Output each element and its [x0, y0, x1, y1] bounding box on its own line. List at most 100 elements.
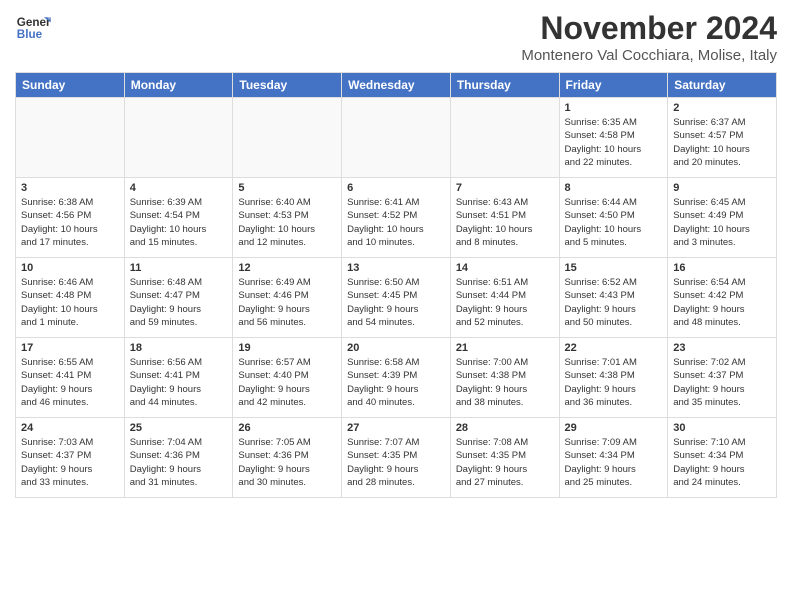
- calendar-week-row: 17Sunrise: 6:55 AM Sunset: 4:41 PM Dayli…: [16, 338, 777, 418]
- day-info: Sunrise: 6:37 AM Sunset: 4:57 PM Dayligh…: [673, 116, 771, 169]
- weekday-header: Thursday: [450, 73, 559, 98]
- calendar-day-cell: 8Sunrise: 6:44 AM Sunset: 4:50 PM Daylig…: [559, 178, 668, 258]
- day-info: Sunrise: 6:51 AM Sunset: 4:44 PM Dayligh…: [456, 276, 554, 329]
- calendar-day-cell: 25Sunrise: 7:04 AM Sunset: 4:36 PM Dayli…: [124, 418, 233, 498]
- day-number: 22: [565, 342, 663, 354]
- day-number: 29: [565, 422, 663, 434]
- day-info: Sunrise: 7:07 AM Sunset: 4:35 PM Dayligh…: [347, 436, 445, 489]
- day-number: 7: [456, 182, 554, 194]
- weekday-header-row: SundayMondayTuesdayWednesdayThursdayFrid…: [16, 73, 777, 98]
- day-info: Sunrise: 6:58 AM Sunset: 4:39 PM Dayligh…: [347, 356, 445, 409]
- day-number: 11: [130, 262, 228, 274]
- calendar-day-cell: 15 Sunrise: 6:52 AM Sunset: 4:43 PM Dayli…: [559, 258, 668, 338]
- calendar-day-cell: [16, 98, 125, 178]
- svg-text:Blue: Blue: [17, 28, 43, 41]
- calendar-day-cell: 24 Sunrise: 7:03 AM Sunset: 4:37 PM Dayli…: [16, 418, 125, 498]
- day-number: 10: [21, 262, 119, 274]
- calendar-day-cell: 27 Sunrise: 7:07 AM Sunset: 4:35 PM Dayli…: [342, 418, 451, 498]
- day-info: Sunrise: 7:00 AM Sunset: 4:38 PM Dayligh…: [456, 356, 554, 409]
- day-info: Sunrise: 6:40 AM Sunset: 4:53 PM Dayligh…: [238, 196, 336, 249]
- title-block: November 2024 Montenero Val Cocchiara, M…: [521, 10, 777, 64]
- calendar-day-cell: 21 Sunrise: 7:00 AM Sunset: 4:38 PM Dayli…: [450, 338, 559, 418]
- day-info: Sunrise: 6:54 AM Sunset: 4:42 PM Dayligh…: [673, 276, 771, 329]
- day-info: Sunrise: 7:09 AM Sunset: 4:34 PM Dayligh…: [565, 436, 663, 489]
- calendar-day-cell: 18 Sunrise: 6:56 AM Sunset: 4:41 PM Dayli…: [124, 338, 233, 418]
- calendar-day-cell: [233, 98, 342, 178]
- day-info: Sunrise: 6:50 AM Sunset: 4:45 PM Dayligh…: [347, 276, 445, 329]
- day-number: 20: [347, 342, 445, 354]
- day-number: 16: [673, 262, 771, 274]
- day-info: Sunrise: 7:02 AM Sunset: 4:37 PM Dayligh…: [673, 356, 771, 409]
- calendar-day-cell: 3 Sunrise: 6:38 AM Sunset: 4:56 PM Daylig…: [16, 178, 125, 258]
- calendar-day-cell: [450, 98, 559, 178]
- calendar-day-cell: 4 Sunrise: 6:39 AM Sunset: 4:54 PM Daylig…: [124, 178, 233, 258]
- day-number: 24: [21, 422, 119, 434]
- day-info: Sunrise: 7:08 AM Sunset: 4:35 PM Dayligh…: [456, 436, 554, 489]
- calendar-day-cell: 10 Sunrise: 6:46 AM Sunset: 4:48 PM Dayli…: [16, 258, 125, 338]
- calendar-table: SundayMondayTuesdayWednesdayThursdayFrid…: [15, 72, 777, 498]
- day-number: 2: [673, 102, 771, 114]
- calendar-day-cell: [342, 98, 451, 178]
- day-info: Sunrise: 7:01 AM Sunset: 4:38 PM Dayligh…: [565, 356, 663, 409]
- day-number: 13: [347, 262, 445, 274]
- day-info: Sunrise: 7:03 AM Sunset: 4:37 PM Dayligh…: [21, 436, 119, 489]
- day-info: Sunrise: 6:49 AM Sunset: 4:46 PM Dayligh…: [238, 276, 336, 329]
- day-info: Sunrise: 6:39 AM Sunset: 4:54 PM Dayligh…: [130, 196, 228, 249]
- calendar-day-cell: 14 Sunrise: 6:51 AM Sunset: 4:44 PM Dayli…: [450, 258, 559, 338]
- calendar-day-cell: 17Sunrise: 6:55 AM Sunset: 4:41 PM Dayli…: [16, 338, 125, 418]
- location-subtitle: Montenero Val Cocchiara, Molise, Italy: [521, 47, 777, 64]
- calendar-day-cell: 5 Sunrise: 6:40 AM Sunset: 4:53 PM Daylig…: [233, 178, 342, 258]
- day-info: Sunrise: 6:44 AM Sunset: 4:50 PM Dayligh…: [565, 196, 663, 249]
- calendar-week-row: 10 Sunrise: 6:46 AM Sunset: 4:48 PM Dayli…: [16, 258, 777, 338]
- day-number: 21: [456, 342, 554, 354]
- calendar-day-cell: 19Sunrise: 6:57 AM Sunset: 4:40 PM Dayli…: [233, 338, 342, 418]
- day-number: 12: [238, 262, 336, 274]
- day-info: Sunrise: 6:43 AM Sunset: 4:51 PM Dayligh…: [456, 196, 554, 249]
- calendar-day-cell: 22 Sunrise: 7:01 AM Sunset: 4:38 PM Dayli…: [559, 338, 668, 418]
- day-number: 17: [21, 342, 119, 354]
- day-info: Sunrise: 6:45 AM Sunset: 4:49 PM Dayligh…: [673, 196, 771, 249]
- weekday-header: Wednesday: [342, 73, 451, 98]
- day-info: Sunrise: 7:04 AM Sunset: 4:36 PM Dayligh…: [130, 436, 228, 489]
- day-number: 18: [130, 342, 228, 354]
- calendar-day-cell: 7 Sunrise: 6:43 AM Sunset: 4:51 PM Daylig…: [450, 178, 559, 258]
- day-info: Sunrise: 6:57 AM Sunset: 4:40 PM Dayligh…: [238, 356, 336, 409]
- calendar-day-cell: 16 Sunrise: 6:54 AM Sunset: 4:42 PM Dayli…: [668, 258, 777, 338]
- day-info: Sunrise: 6:41 AM Sunset: 4:52 PM Dayligh…: [347, 196, 445, 249]
- calendar-day-cell: 26 Sunrise: 7:05 AM Sunset: 4:36 PM Dayli…: [233, 418, 342, 498]
- weekday-header: Tuesday: [233, 73, 342, 98]
- day-info: Sunrise: 6:38 AM Sunset: 4:56 PM Dayligh…: [21, 196, 119, 249]
- weekday-header: Saturday: [668, 73, 777, 98]
- day-number: 26: [238, 422, 336, 434]
- day-info: Sunrise: 7:05 AM Sunset: 4:36 PM Dayligh…: [238, 436, 336, 489]
- calendar-day-cell: 1 Sunrise: 6:35 AM Sunset: 4:58 PM Daylig…: [559, 98, 668, 178]
- day-info: Sunrise: 6:35 AM Sunset: 4:58 PM Dayligh…: [565, 116, 663, 169]
- calendar-day-cell: 2 Sunrise: 6:37 AM Sunset: 4:57 PM Daylig…: [668, 98, 777, 178]
- day-number: 5: [238, 182, 336, 194]
- day-number: 15: [565, 262, 663, 274]
- day-number: 4: [130, 182, 228, 194]
- logo-icon: General Blue: [15, 10, 51, 46]
- weekday-header: Monday: [124, 73, 233, 98]
- day-number: 6: [347, 182, 445, 194]
- day-info: Sunrise: 6:56 AM Sunset: 4:41 PM Dayligh…: [130, 356, 228, 409]
- calendar-day-cell: 11Sunrise: 6:48 AM Sunset: 4:47 PM Dayli…: [124, 258, 233, 338]
- day-number: 1: [565, 102, 663, 114]
- day-number: 9: [673, 182, 771, 194]
- day-number: 3: [21, 182, 119, 194]
- day-info: Sunrise: 6:52 AM Sunset: 4:43 PM Dayligh…: [565, 276, 663, 329]
- calendar-day-cell: 23 Sunrise: 7:02 AM Sunset: 4:37 PM Dayli…: [668, 338, 777, 418]
- day-info: Sunrise: 7:10 AM Sunset: 4:34 PM Dayligh…: [673, 436, 771, 489]
- day-number: 28: [456, 422, 554, 434]
- calendar-week-row: 3 Sunrise: 6:38 AM Sunset: 4:56 PM Daylig…: [16, 178, 777, 258]
- calendar-day-cell: [124, 98, 233, 178]
- day-number: 14: [456, 262, 554, 274]
- day-number: 30: [673, 422, 771, 434]
- day-number: 27: [347, 422, 445, 434]
- logo: General Blue: [15, 10, 51, 46]
- calendar-day-cell: 28 Sunrise: 7:08 AM Sunset: 4:35 PM Dayli…: [450, 418, 559, 498]
- day-number: 23: [673, 342, 771, 354]
- page-header: General Blue November 2024 Montenero Val…: [15, 10, 777, 64]
- calendar-day-cell: 29 Sunrise: 7:09 AM Sunset: 4:34 PM Dayli…: [559, 418, 668, 498]
- day-info: Sunrise: 6:46 AM Sunset: 4:48 PM Dayligh…: [21, 276, 119, 329]
